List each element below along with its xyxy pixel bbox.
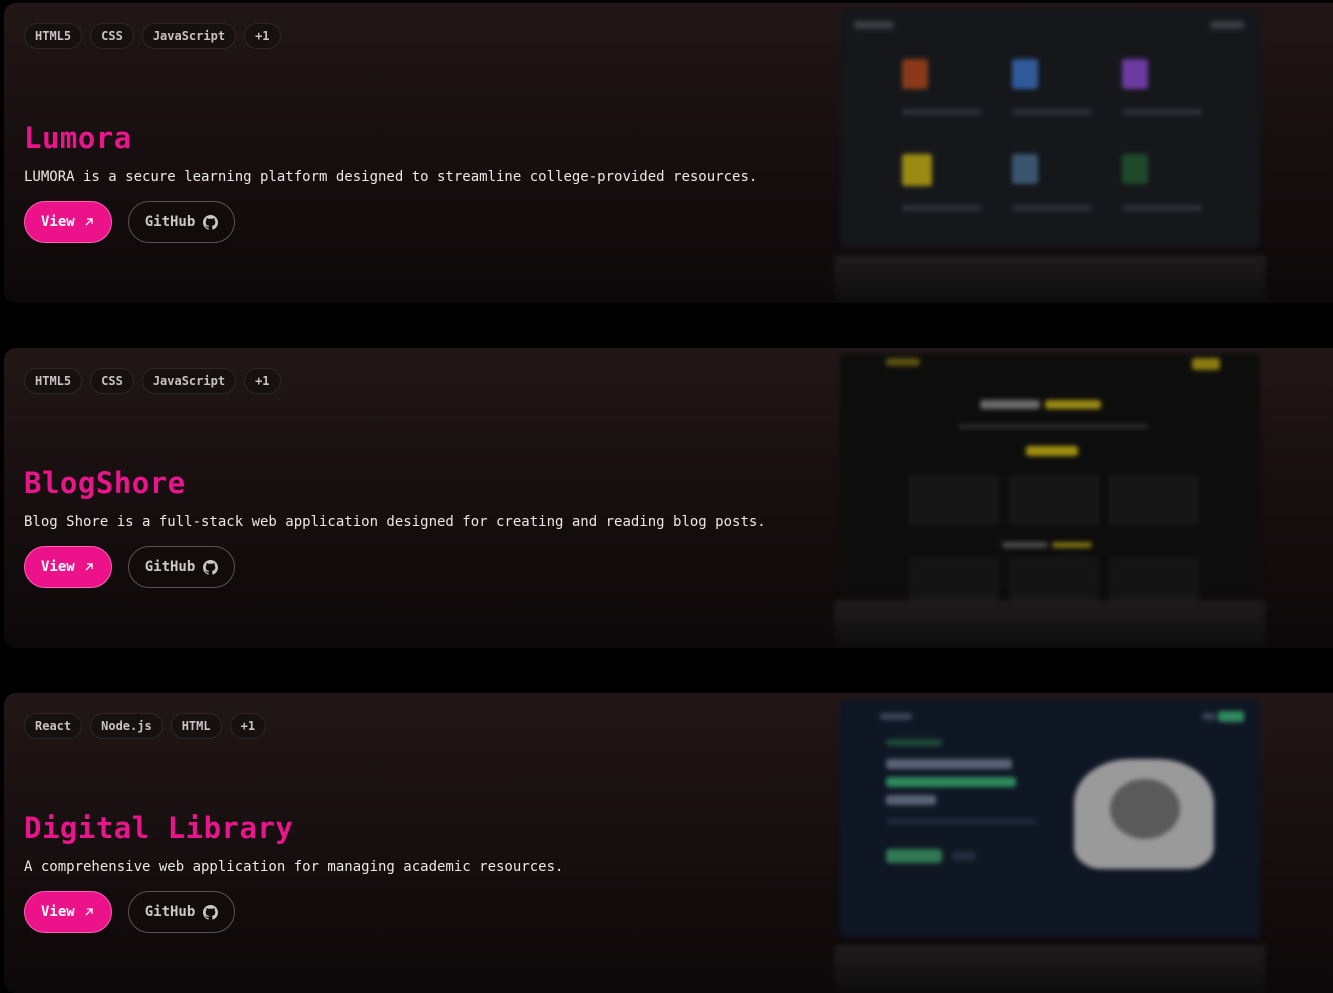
project-card-blogshore: HTML5 CSS JavaScript +1 BlogShore Blog S…: [4, 348, 1333, 648]
github-button[interactable]: GitHub: [127, 201, 236, 243]
project-card-digital-library: React Node.js HTML +1 Digital Library A …: [4, 693, 1333, 993]
project-title: Digital Library: [24, 811, 294, 845]
project-card-lumora: HTML5 CSS JavaScript +1 Lumora LUMORA is…: [4, 3, 1333, 303]
tech-tags: HTML5 CSS JavaScript +1: [24, 23, 281, 49]
arrow-up-right-icon: [85, 218, 93, 226]
tech-tag-more: +1: [244, 368, 281, 394]
project-preview-image: [834, 3, 1266, 303]
tech-tag: HTML5: [24, 368, 83, 394]
project-description: Blog Shore is a full-stack web applicati…: [24, 514, 766, 530]
project-description: A comprehensive web application for mana…: [24, 859, 564, 875]
project-description: LUMORA is a secure learning platform des…: [24, 169, 758, 185]
view-button-label: View: [41, 904, 75, 920]
project-preview-image: [834, 693, 1266, 993]
tech-tags: React Node.js HTML +1: [24, 713, 267, 739]
tech-tag: HTML: [170, 713, 222, 739]
view-button[interactable]: View: [24, 201, 112, 243]
project-title: Lumora: [24, 121, 132, 155]
view-button-label: View: [41, 214, 75, 230]
github-button-label: GitHub: [144, 559, 196, 575]
github-icon: [203, 214, 219, 230]
github-icon: [203, 559, 219, 575]
arrow-up-right-icon: [85, 908, 93, 916]
view-button[interactable]: View: [24, 891, 112, 933]
tech-tag-more: +1: [244, 23, 281, 49]
project-title: BlogShore: [24, 466, 186, 500]
tech-tag: HTML5: [24, 23, 83, 49]
tech-tag: CSS: [90, 368, 134, 394]
tech-tag: React: [24, 713, 83, 739]
tech-tag: CSS: [90, 23, 134, 49]
github-button-label: GitHub: [144, 214, 196, 230]
github-button[interactable]: GitHub: [127, 546, 236, 588]
tech-tags: HTML5 CSS JavaScript +1: [24, 368, 281, 394]
view-button-label: View: [41, 559, 75, 575]
view-button[interactable]: View: [24, 546, 112, 588]
tech-tag: JavaScript: [141, 23, 237, 49]
tech-tag: JavaScript: [141, 368, 237, 394]
arrow-up-right-icon: [85, 563, 93, 571]
github-button[interactable]: GitHub: [127, 891, 236, 933]
tech-tag: Node.js: [90, 713, 163, 739]
github-icon: [203, 904, 219, 920]
tech-tag-more: +1: [229, 713, 267, 739]
project-preview-image: [834, 348, 1266, 648]
github-button-label: GitHub: [144, 904, 196, 920]
